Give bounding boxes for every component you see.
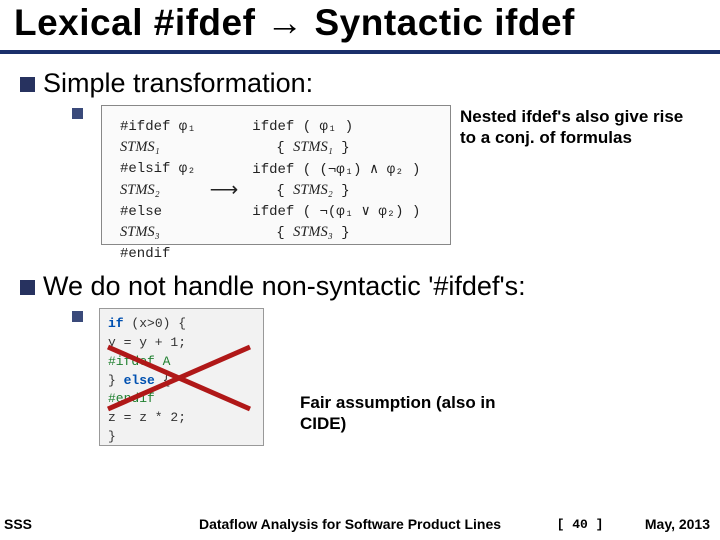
square-bullet-icon bbox=[72, 311, 83, 322]
bullet-1: Simple transformation: bbox=[20, 68, 700, 99]
footer-date: May, 2013 bbox=[610, 516, 720, 532]
footer-left: SSS bbox=[0, 516, 150, 532]
transformation-table: #ifdef φ₁ STMS₁ #elsif φ₂ STMS₂ #else ST… bbox=[112, 114, 428, 266]
slide-footer: SSS Dataflow Analysis for Software Produ… bbox=[0, 516, 720, 532]
slide-title: Lexical #ifdef → Syntactic ifdef bbox=[0, 0, 720, 54]
sub-bullet-1: #ifdef φ₁ STMS₁ #elsif φ₂ STMS₂ #else ST… bbox=[72, 105, 451, 245]
square-bullet-icon bbox=[72, 108, 83, 119]
annotation-fair: Fair assumption (also in CIDE) bbox=[300, 392, 520, 435]
footer-center: Dataflow Analysis for Software Product L… bbox=[150, 516, 550, 532]
annotation-nested: Nested ifdef's also give rise to a conj.… bbox=[460, 106, 690, 149]
bullet-1-text: Simple transformation: bbox=[43, 68, 313, 99]
square-bullet-icon bbox=[20, 77, 35, 92]
square-bullet-icon bbox=[20, 280, 35, 295]
transformation-box: #ifdef φ₁ STMS₁ #elsif φ₂ STMS₂ #else ST… bbox=[101, 105, 451, 245]
bullet-2-text: We do not handle non-syntactic '#ifdef's… bbox=[43, 271, 526, 302]
nonsyntactic-code-box: if (x>0) { y = y + 1; #ifdef A } else { … bbox=[99, 308, 264, 446]
footer-page: [ 40 ] bbox=[550, 517, 610, 532]
bullet-2: We do not handle non-syntactic '#ifdef's… bbox=[20, 271, 700, 302]
arrow-icon: ⟶ bbox=[210, 179, 239, 201]
